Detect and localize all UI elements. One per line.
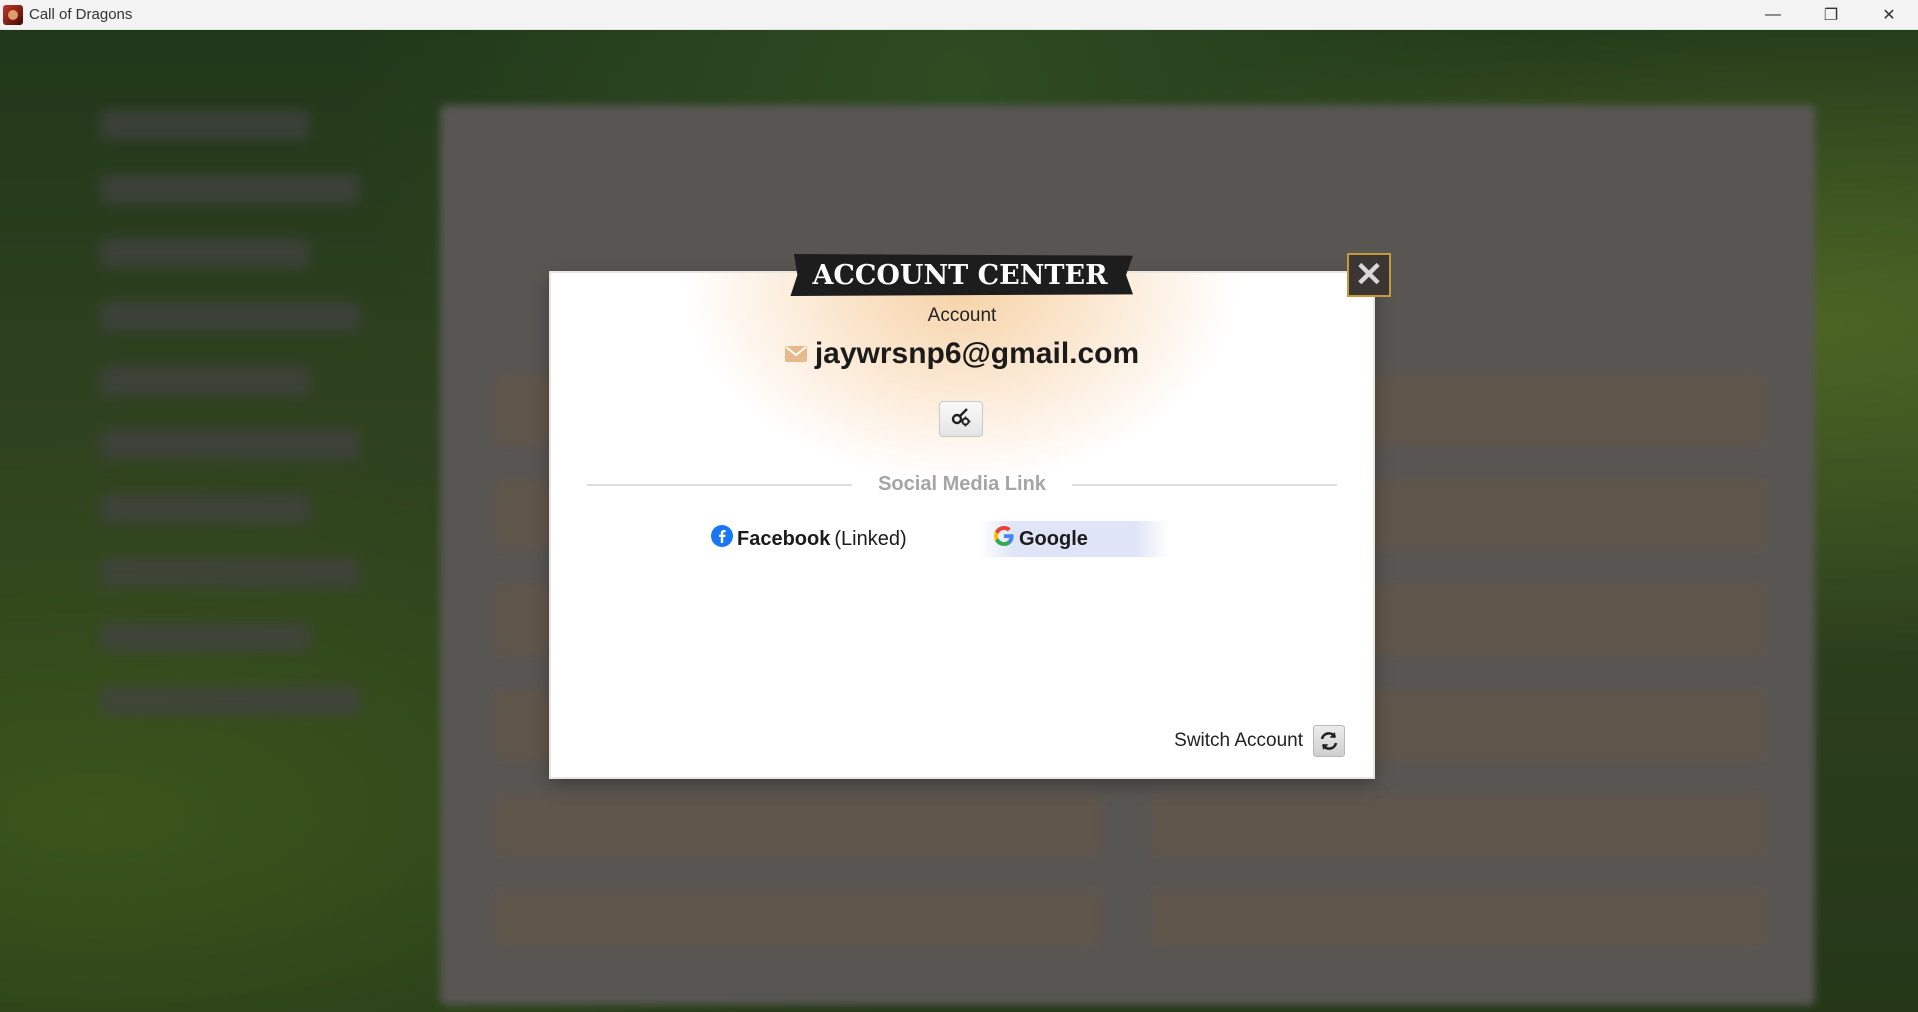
divider: [1071, 483, 1338, 486]
switch-account-icon: [1313, 725, 1345, 757]
facebook-status: (Linked): [834, 527, 907, 550]
mail-icon: [784, 346, 807, 362]
window-titlebar: Call of Dragons — ❐ ✕: [0, 0, 1918, 30]
minimize-button[interactable]: —: [1744, 0, 1802, 29]
restore-button[interactable]: ❐: [1802, 0, 1860, 29]
account-label: Account: [927, 305, 997, 326]
account-center-dialog: Account jaywrsnp6@gmail.com Social Media…: [551, 273, 1373, 777]
email-row: jaywrsnp6@gmail.com: [551, 337, 1373, 371]
dialog-close-button[interactable]: ✕: [1347, 253, 1391, 297]
social-media-section-header: Social Media Link: [587, 473, 1338, 496]
social-media-title: Social Media Link: [878, 473, 1046, 495]
switch-account-label: Switch Account: [1174, 730, 1303, 751]
facebook-link-button[interactable]: Facebook (Linked): [711, 521, 907, 557]
window-close-button[interactable]: ✕: [1860, 0, 1918, 29]
divider: [587, 483, 853, 486]
social-links-row: Facebook (Linked) Google: [551, 521, 1373, 557]
facebook-icon: [711, 525, 733, 553]
window-title: Call of Dragons: [29, 6, 133, 23]
app-icon: [3, 4, 23, 25]
account-settings-icon: [950, 406, 972, 433]
google-link-button[interactable]: Google: [979, 521, 1169, 557]
dialog-title: ACCOUNT CENTER: [790, 254, 1133, 296]
facebook-label: Facebook: [737, 527, 831, 550]
account-email: jaywrsnp6@gmail.com: [814, 337, 1140, 370]
window-controls: — ❐ ✕: [1744, 0, 1918, 29]
google-label: Google: [1019, 527, 1088, 550]
account-settings-button[interactable]: [939, 401, 983, 437]
google-icon: [993, 525, 1015, 553]
switch-account-button[interactable]: Switch Account: [1174, 725, 1345, 757]
close-icon: ✕: [1354, 256, 1384, 294]
